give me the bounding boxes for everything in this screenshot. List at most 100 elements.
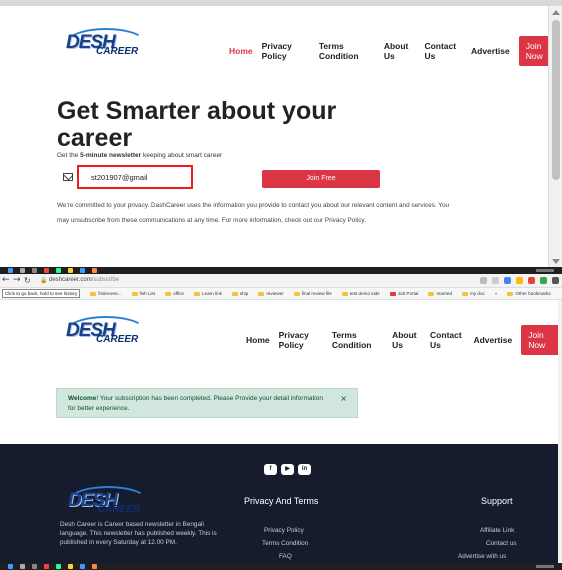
start-icon[interactable] — [8, 268, 13, 273]
youtube-icon[interactable]: ▶ — [281, 464, 294, 475]
browser-toolbar: ← → ↻ 🔒 deshcareer.com/subscribe — [0, 274, 562, 288]
scroll-down-arrow-icon[interactable] — [552, 259, 560, 264]
bookmark-label: final review file — [301, 291, 332, 296]
reload-icon[interactable]: ↻ — [24, 276, 31, 285]
bookmark-item[interactable]: fish List — [131, 291, 155, 296]
bookmark-item[interactable]: Other bookmarks — [507, 291, 551, 296]
footer-faq-link[interactable]: FAQ — [279, 553, 292, 560]
extension3-icon[interactable] — [528, 277, 535, 284]
nav-about-link[interactable]: About Us — [392, 330, 421, 350]
extension-icon[interactable] — [504, 277, 511, 284]
welcome-bold: Welcome — [68, 395, 97, 402]
extension4-icon[interactable] — [540, 277, 547, 284]
nav-advertise-link[interactable]: Advertise — [473, 335, 512, 345]
folder-icon — [131, 291, 138, 296]
nav-terms-link[interactable]: Terms Condition — [332, 330, 383, 350]
address-bar[interactable]: deshcareer.com/subscribe — [49, 277, 119, 283]
bookmark-label: reviewer — [266, 291, 284, 296]
email-input[interactable]: st201907@gmail — [77, 165, 193, 189]
puzzle-icon[interactable] — [552, 277, 559, 284]
scroll-up-arrow-icon[interactable] — [552, 10, 560, 15]
hero-sub-bold: 5-minute newsletter — [80, 152, 142, 159]
nav-terms-link[interactable]: Terms Condition — [319, 41, 375, 61]
bookmark-label: Learn link — [202, 291, 222, 296]
bookmark-item[interactable]: Learn link — [194, 291, 222, 296]
bookmark-item[interactable]: final review file — [293, 291, 332, 296]
desh-career-logo[interactable]: DESH CAREER — [62, 26, 146, 60]
desh-career-logo-2[interactable]: DESH CAREER — [62, 314, 146, 348]
nav-contact-link[interactable]: Contact Us — [430, 330, 464, 350]
nav-advertise-link[interactable]: Advertise — [471, 46, 510, 56]
folder-icon — [462, 291, 469, 296]
lock-icon[interactable]: 🔒 — [40, 277, 47, 284]
start-icon[interactable] — [8, 564, 13, 569]
close-icon[interactable]: × — [340, 394, 347, 404]
contact-us-link[interactable]: Contact us — [486, 540, 517, 547]
back-arrow-icon[interactable]: ← — [2, 275, 10, 285]
bookmark-item[interactable]: ship — [231, 291, 248, 296]
bookmark-item[interactable]: married — [428, 291, 452, 296]
bookmark-item[interactable]: my doc — [462, 291, 485, 296]
app2-taskbar-icon[interactable] — [80, 564, 85, 569]
back-tooltip: Click to go back, hold to see history — [2, 289, 81, 298]
footer-logo[interactable]: DESH CAREER — [64, 484, 148, 518]
app-taskbar-icon[interactable] — [56, 268, 61, 273]
top-screenshot-panel: DESH CAREER Home Privacy Policy Terms Co… — [0, 0, 562, 268]
logo-career-text: CAREER — [96, 334, 139, 345]
hero-sub-prefix: Get the — [57, 152, 81, 159]
nav-home-link[interactable]: Home — [246, 335, 270, 345]
windows-taskbar-bottom — [0, 563, 562, 570]
search-icon[interactable] — [20, 564, 25, 569]
taskbar-clock — [536, 269, 554, 272]
affiliate-link[interactable]: Affiliate Link — [480, 527, 514, 534]
chrome-taskbar-icon[interactable] — [44, 268, 49, 273]
app3-taskbar-icon[interactable] — [92, 564, 97, 569]
nav-about-link[interactable]: About Us — [384, 41, 416, 61]
bookmark-item[interactable]: reviewer — [258, 291, 284, 296]
folder-icon — [194, 291, 200, 296]
bookmark-item[interactable]: Job Portal — [389, 291, 418, 296]
folder-icon — [507, 291, 514, 296]
app2-taskbar-icon[interactable] — [80, 268, 85, 273]
task-view-icon[interactable] — [32, 268, 37, 273]
site-footer: f ▶ in DESH CAREER Desh Career is Career… — [0, 444, 562, 563]
url-host: deshcareer.com — [49, 277, 92, 283]
bookmark-item[interactable]: office — [165, 291, 184, 296]
footer-terms-link[interactable]: Terms Condition — [262, 540, 308, 547]
advertise-with-us-link[interactable]: Advertise with us — [458, 553, 506, 560]
folder-taskbar-icon[interactable] — [68, 268, 73, 273]
linkedin-icon[interactable]: in — [298, 464, 311, 475]
top-scrollbar[interactable] — [548, 6, 562, 268]
nav-home-link[interactable]: Home — [229, 46, 253, 56]
nav-privacy-link[interactable]: Privacy Policy — [262, 41, 310, 61]
footer-privacy-link[interactable]: Privacy Policy — [264, 527, 304, 534]
top-browser-strip — [0, 0, 562, 6]
bookmark-item[interactable]: finiteness... — [90, 291, 122, 296]
search-icon[interactable] — [20, 268, 25, 273]
privacy-terms-heading: Privacy And Terms — [244, 496, 319, 506]
facebook-icon[interactable]: f — [264, 464, 277, 475]
share-icon[interactable] — [480, 277, 487, 284]
extension2-icon[interactable] — [516, 277, 523, 284]
nav-contact-link[interactable]: Contact Us — [424, 41, 462, 61]
join-free-button[interactable]: Join Free — [262, 170, 380, 188]
page: DESH CAREER Home Privacy Policy Terms Co… — [0, 0, 562, 570]
bookmark-label: test demo side — [349, 291, 380, 296]
app-taskbar-icon[interactable] — [56, 564, 61, 569]
task-view-icon[interactable] — [32, 564, 37, 569]
nav-privacy-link[interactable]: Privacy Policy — [279, 330, 323, 350]
subscription-success-alert: Welcome! Your subscription has been comp… — [56, 388, 358, 418]
bookmarks-overflow[interactable]: » — [495, 291, 498, 296]
hero-subtitle: Get the 5-minute newsletter keeping abou… — [57, 152, 222, 159]
bottom-scrollbar[interactable] — [558, 300, 562, 563]
scrollbar-thumb[interactable] — [552, 20, 560, 180]
bookmark-label: finiteness... — [98, 291, 122, 296]
forward-arrow-icon[interactable]: → — [13, 275, 21, 285]
subscribe-form: st201907@gmail Join Free — [57, 165, 503, 189]
join-now-button[interactable]: Join Now — [521, 325, 562, 355]
app3-taskbar-icon[interactable] — [92, 268, 97, 273]
bookmark-item[interactable]: test demo side — [341, 291, 380, 296]
star-icon[interactable] — [492, 277, 499, 284]
folder-taskbar-icon[interactable] — [68, 564, 73, 569]
chrome-taskbar-icon[interactable] — [44, 564, 49, 569]
